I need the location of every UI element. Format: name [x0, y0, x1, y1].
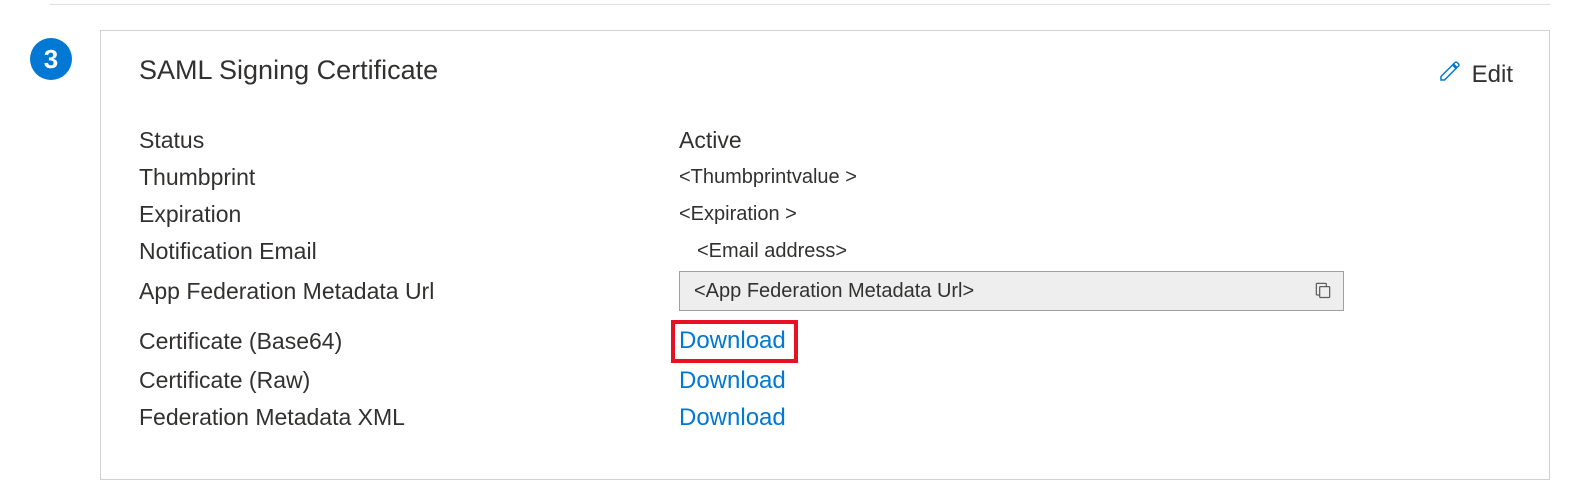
saml-signing-certificate-card: SAML Signing Certificate Edit Status Act… [100, 30, 1550, 480]
copy-icon [1313, 280, 1333, 303]
pencil-icon [1438, 59, 1462, 90]
copy-button[interactable] [1309, 276, 1337, 307]
thumbprint-row: Thumbprint <Thumbprintvalue > [139, 159, 1517, 196]
notification-email-label: Notification Email [139, 238, 679, 265]
metadata-url-field [679, 271, 1344, 311]
step-number-badge: 3 [30, 38, 72, 80]
cert-base64-download-link[interactable]: Download [671, 320, 798, 363]
cert-base64-label: Certificate (Base64) [139, 328, 679, 355]
step-number: 3 [44, 44, 58, 75]
status-value: Active [679, 127, 1517, 154]
card-header: SAML Signing Certificate Edit [139, 55, 1517, 94]
expiration-row: Expiration <Expiration > [139, 196, 1517, 233]
cert-raw-row: Certificate (Raw) Download [139, 362, 1517, 399]
metadata-url-input[interactable] [694, 280, 1309, 303]
field-rows: Status Active Thumbprint <Thumbprintvalu… [139, 122, 1517, 436]
card-title: SAML Signing Certificate [139, 55, 438, 86]
fed-xml-label: Federation Metadata XML [139, 404, 679, 431]
thumbprint-value: <Thumbprintvalue > [679, 166, 1517, 189]
notification-email-row: Notification Email <Email address> [139, 233, 1517, 270]
edit-button[interactable]: Edit [1434, 55, 1517, 94]
metadata-url-row: App Federation Metadata Url [139, 270, 1517, 312]
status-label: Status [139, 127, 679, 154]
thumbprint-label: Thumbprint [139, 164, 679, 191]
cert-raw-label: Certificate (Raw) [139, 367, 679, 394]
expiration-value: <Expiration > [679, 203, 1517, 226]
fed-xml-download-link[interactable]: Download [679, 404, 786, 431]
notification-email-value: <Email address> [679, 240, 1517, 263]
cert-raw-download-link[interactable]: Download [679, 367, 786, 394]
fed-xml-row: Federation Metadata XML Download [139, 399, 1517, 436]
previous-card-border [50, 0, 1550, 5]
metadata-url-label: App Federation Metadata Url [139, 278, 679, 305]
status-row: Status Active [139, 122, 1517, 159]
edit-label: Edit [1472, 61, 1513, 89]
cert-base64-row: Certificate (Base64) Download [139, 320, 1517, 362]
expiration-label: Expiration [139, 201, 679, 228]
